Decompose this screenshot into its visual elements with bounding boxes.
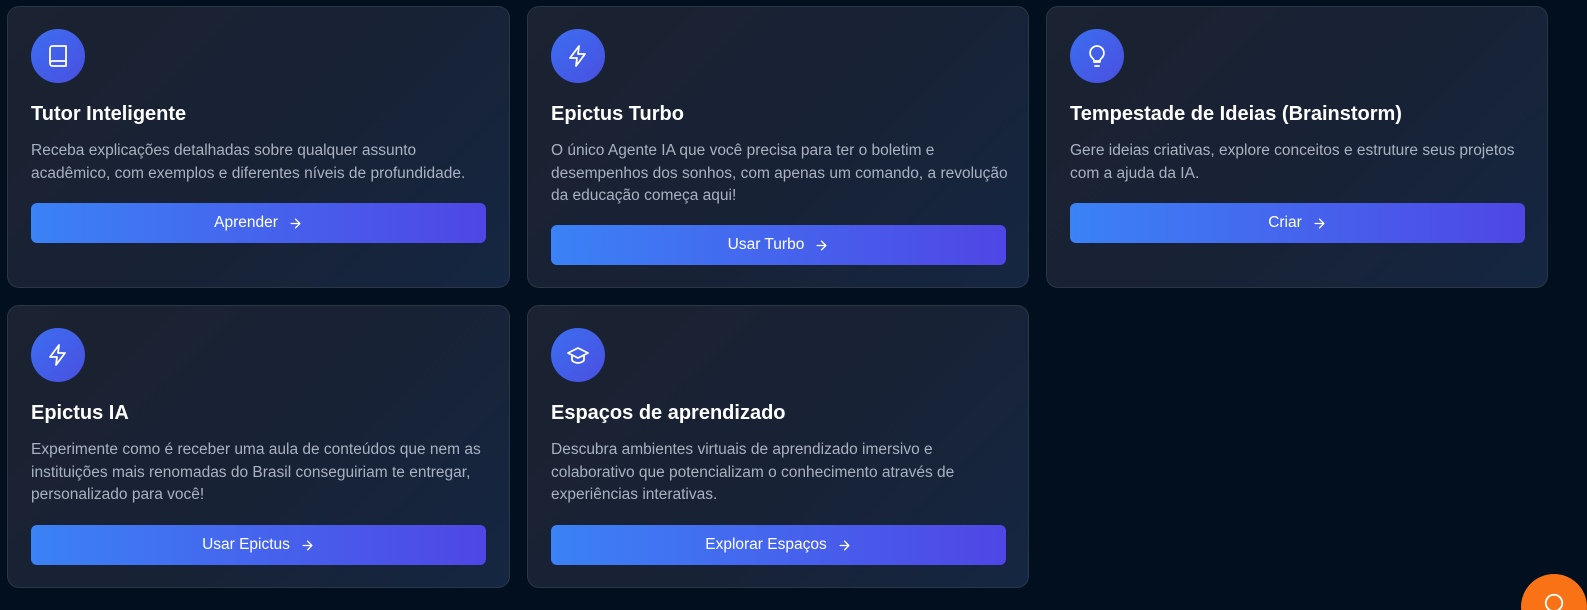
arrow-right-icon	[302, 540, 313, 550]
card-title: Tutor Inteligente	[31, 103, 187, 125]
card-espacos-aprendizado: Espaços de aprendizado Descubra ambiente…	[527, 305, 1029, 588]
arrow-right-icon	[816, 240, 827, 250]
help-icon	[1544, 593, 1564, 610]
card-description: Experimente como é receber uma aula de c…	[31, 441, 481, 503]
arrow-right-icon	[290, 218, 301, 228]
usar-turbo-button[interactable]: Usar Turbo	[551, 225, 1006, 265]
help-fab-button[interactable]	[1521, 574, 1587, 610]
book-icon	[31, 29, 85, 83]
button-label: Aprender	[214, 214, 278, 231]
button-label: Usar Epictus	[202, 536, 290, 553]
lightbulb-icon	[1070, 29, 1124, 83]
card-title: Epictus Turbo	[551, 103, 684, 125]
card-description: Descubra ambientes virtuais de aprendiza…	[551, 441, 955, 503]
card-epictus-ia: Epictus IA Experimente como é receber um…	[7, 305, 510, 588]
card-epictus-turbo: Epictus Turbo O único Agente IA que você…	[527, 6, 1029, 288]
button-label: Usar Turbo	[727, 236, 805, 253]
page: Tutor Inteligente Receba explicações det…	[0, 0, 1587, 610]
card-description: Gere ideias criativas, explore conceitos…	[1070, 142, 1515, 182]
graduation-cap-icon	[551, 328, 605, 382]
criar-button[interactable]: Criar	[1070, 203, 1525, 243]
card-tutor-inteligente: Tutor Inteligente Receba explicações det…	[7, 6, 510, 288]
card-brainstorm: Tempestade de Ideias (Brainstorm) Gere i…	[1046, 6, 1548, 288]
card-title: Epictus IA	[31, 402, 129, 424]
card-description: O único Agente IA que você precisa para …	[551, 142, 1008, 204]
button-label: Explorar Espaços	[705, 536, 827, 553]
usar-epictus-button[interactable]: Usar Epictus	[31, 525, 486, 565]
button-label: Criar	[1268, 214, 1302, 231]
aprender-button[interactable]: Aprender	[31, 203, 486, 243]
zap-icon	[551, 29, 605, 83]
card-description: Receba explicações detalhadas sobre qual…	[31, 142, 466, 182]
arrow-right-icon	[839, 540, 850, 550]
zap-icon	[31, 328, 85, 382]
card-title: Espaços de aprendizado	[551, 402, 786, 424]
arrow-right-icon	[1314, 218, 1325, 228]
card-title: Tempestade de Ideias (Brainstorm)	[1070, 103, 1402, 125]
explorar-espacos-button[interactable]: Explorar Espaços	[551, 525, 1006, 565]
